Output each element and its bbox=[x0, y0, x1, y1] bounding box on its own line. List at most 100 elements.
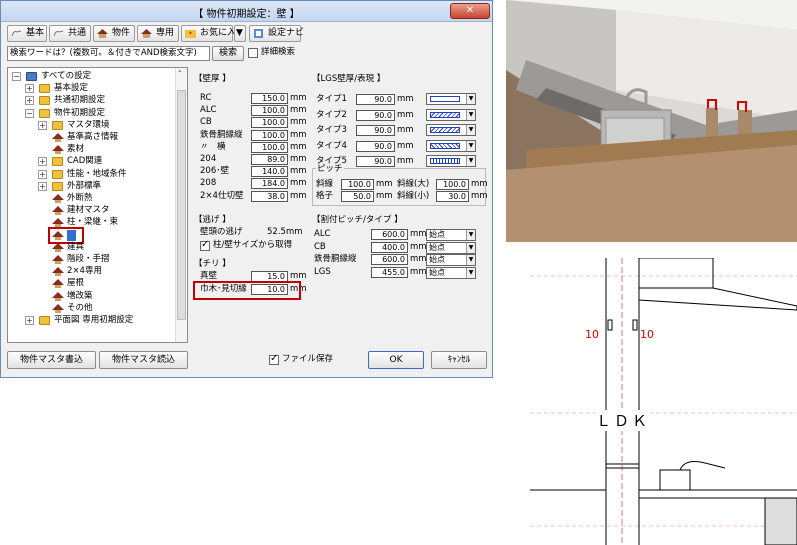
waritsuke-type-select[interactable]: 始点 ▼ bbox=[426, 266, 476, 279]
toolbar-kihon-label: 基本 bbox=[26, 28, 45, 38]
lgs-thickness-input[interactable]: 90.0 bbox=[356, 125, 395, 137]
waritsuke-label: LGS bbox=[314, 266, 331, 277]
hatch-pattern-icon bbox=[430, 142, 460, 149]
wall-thickness-input[interactable]: 100.0 bbox=[251, 105, 288, 117]
expand-icon[interactable]: + bbox=[38, 120, 47, 130]
tree-scrollbar[interactable]: ˄ bbox=[175, 68, 187, 342]
wall-thickness-input[interactable]: 100.0 bbox=[251, 141, 288, 153]
waritsuke-input[interactable]: 455.0 bbox=[371, 266, 408, 278]
pillar-size-checkbox[interactable] bbox=[200, 239, 210, 251]
toolbar-kyotsu-label: 共通 bbox=[68, 28, 87, 38]
toolbar-kyotsu-button[interactable]: 共通 bbox=[49, 25, 91, 42]
lgs-thickness-input[interactable]: 90.0 bbox=[356, 109, 395, 121]
wall-thickness-label: 204 bbox=[200, 154, 217, 164]
dropdown-arrow-icon[interactable]: ▼ bbox=[466, 255, 475, 265]
wall-thickness-input[interactable]: 89.0 bbox=[251, 154, 288, 165]
pitch-input[interactable]: 30.0 bbox=[436, 191, 469, 202]
file-save-checkbox[interactable] bbox=[269, 353, 279, 365]
lgs-pattern-select[interactable]: ▼ bbox=[426, 139, 476, 152]
toolbar-navi-button[interactable]: 設定ナビ bbox=[249, 25, 304, 42]
waritsuke-type-select[interactable]: 始点 ▼ bbox=[426, 254, 476, 266]
unit-label: mm bbox=[376, 191, 393, 201]
wall-thickness-input[interactable]: 100.0 bbox=[251, 129, 288, 141]
book-icon bbox=[26, 72, 37, 81]
wall-thickness-input[interactable]: 140.0 bbox=[251, 166, 288, 178]
expand-icon[interactable]: + bbox=[25, 84, 34, 94]
expand-icon[interactable]: + bbox=[38, 181, 47, 191]
dropdown-arrow-icon[interactable]: ▼ bbox=[466, 242, 475, 253]
unit-label: mm bbox=[397, 156, 414, 167]
waritsuke-type-select[interactable]: 始点 ▼ bbox=[426, 241, 476, 254]
waritsuke-input[interactable]: 600.0 bbox=[371, 229, 408, 240]
expand-icon[interactable]: + bbox=[25, 96, 34, 106]
settings-tree[interactable]: ˄ − すべての設定 + 基本設定 + 共通初期設定 − 物件初期設定 + マスタ環境 基準高さ情報… bbox=[7, 67, 188, 343]
collapse-icon[interactable]: − bbox=[12, 72, 21, 81]
folder-icon bbox=[39, 316, 50, 325]
dropdown-arrow-icon[interactable]: ▼ bbox=[466, 125, 475, 136]
master-write-button[interactable]: 物件マスタ書込 bbox=[7, 351, 96, 369]
wall-thickness-input[interactable]: 150.0 bbox=[251, 93, 288, 104]
hand-icon bbox=[11, 29, 22, 38]
wall-thickness-input[interactable]: 184.0 bbox=[251, 178, 288, 190]
toolbar-favorites-button[interactable]: お気に入り bbox=[181, 25, 245, 42]
dropdown-arrow-icon[interactable]: ▼ bbox=[466, 230, 475, 240]
favorites-dropdown[interactable]: ▼ bbox=[234, 25, 246, 42]
close-button[interactable]: ✕ bbox=[450, 3, 490, 19]
pitch-label: 斜線 bbox=[316, 179, 334, 189]
unit-label: mm bbox=[290, 178, 307, 189]
cancel-button[interactable]: ｷｬﾝｾﾙ bbox=[431, 351, 487, 369]
waritsuke-input[interactable]: 600.0 bbox=[371, 254, 408, 265]
master-read-button[interactable]: 物件マスタ読込 bbox=[99, 351, 188, 369]
dropdown-arrow-icon[interactable]: ▼ bbox=[466, 156, 475, 167]
detail-search-checkbox[interactable] bbox=[248, 48, 258, 58]
nige-value: 52.5 bbox=[267, 227, 286, 237]
dropdown-arrow-icon[interactable]: ▼ bbox=[466, 140, 475, 151]
pitch-input[interactable]: 100.0 bbox=[341, 179, 374, 190]
unit-label: mm bbox=[397, 94, 414, 104]
wall-thickness-label: 206･壁 bbox=[200, 166, 229, 177]
expand-icon[interactable]: + bbox=[38, 169, 47, 179]
dropdown-arrow-icon[interactable]: ▼ bbox=[466, 267, 475, 278]
lgs-thickness-input[interactable]: 90.0 bbox=[356, 156, 395, 168]
wall-thickness-input[interactable]: 100.0 bbox=[251, 117, 288, 129]
unit-label: mm bbox=[290, 93, 307, 103]
toolbar-senyo-button[interactable]: 専用 bbox=[137, 25, 179, 42]
search-input[interactable]: 検索ワードは？(複数可。＆付きでAND検索文字) bbox=[7, 46, 210, 61]
collapse-icon[interactable]: − bbox=[25, 108, 34, 118]
lgs-thickness-input[interactable]: 90.0 bbox=[356, 140, 395, 152]
wall-thickness-input[interactable]: 38.0 bbox=[251, 190, 288, 202]
expand-icon[interactable]: + bbox=[25, 316, 34, 325]
hatch-pattern-icon bbox=[430, 96, 460, 102]
lgs-pattern-select[interactable]: ▼ bbox=[426, 108, 476, 121]
pitch-input[interactable]: 50.0 bbox=[341, 191, 374, 202]
scroll-up-icon[interactable]: ˄ bbox=[178, 70, 182, 78]
unit-label: mm bbox=[471, 179, 488, 189]
toolbar-bukken-button[interactable]: 物件 bbox=[93, 25, 135, 42]
hatch-pattern-icon bbox=[430, 111, 460, 118]
search-button[interactable]: 検索 bbox=[212, 46, 244, 61]
ok-button[interactable]: OK bbox=[368, 351, 424, 369]
pitch-input[interactable]: 100.0 bbox=[436, 179, 469, 190]
wall-thickness-label: CB bbox=[200, 117, 212, 128]
wall-thickness-label: 208 bbox=[200, 178, 217, 189]
star-folder-icon bbox=[185, 29, 196, 38]
dropdown-arrow-icon[interactable]: ▼ bbox=[466, 109, 475, 120]
tree-item-label: 基準高さ情報 bbox=[67, 132, 119, 142]
waritsuke-type-select[interactable]: 始点 ▼ bbox=[426, 229, 476, 241]
lgs-thickness-input[interactable]: 90.0 bbox=[356, 94, 395, 105]
scroll-thumb[interactable] bbox=[177, 90, 186, 320]
waritsuke-input[interactable]: 400.0 bbox=[371, 241, 408, 253]
wall-thickness-title: 【壁厚 】 bbox=[194, 74, 231, 84]
plan-drawing: 10 10 ＬＤＫ bbox=[530, 258, 797, 545]
lgs-type-label: タイプ4 bbox=[316, 140, 347, 151]
lgs-pattern-select[interactable]: ▼ bbox=[426, 124, 476, 137]
toolbar-kihon-button[interactable]: 基本 bbox=[7, 25, 47, 42]
tree-item-label: 基本設定 bbox=[54, 83, 89, 94]
tree-item-label: 増改築 bbox=[67, 290, 93, 301]
expand-icon[interactable]: + bbox=[38, 157, 47, 167]
tree-item-label: 平面図 専用初期設定 bbox=[54, 315, 134, 325]
lgs-pattern-select[interactable]: ▼ bbox=[426, 93, 476, 105]
unit-label: mm bbox=[410, 241, 427, 252]
lgs-pattern-select[interactable]: ▼ bbox=[426, 155, 476, 168]
dropdown-arrow-icon[interactable]: ▼ bbox=[466, 94, 475, 104]
